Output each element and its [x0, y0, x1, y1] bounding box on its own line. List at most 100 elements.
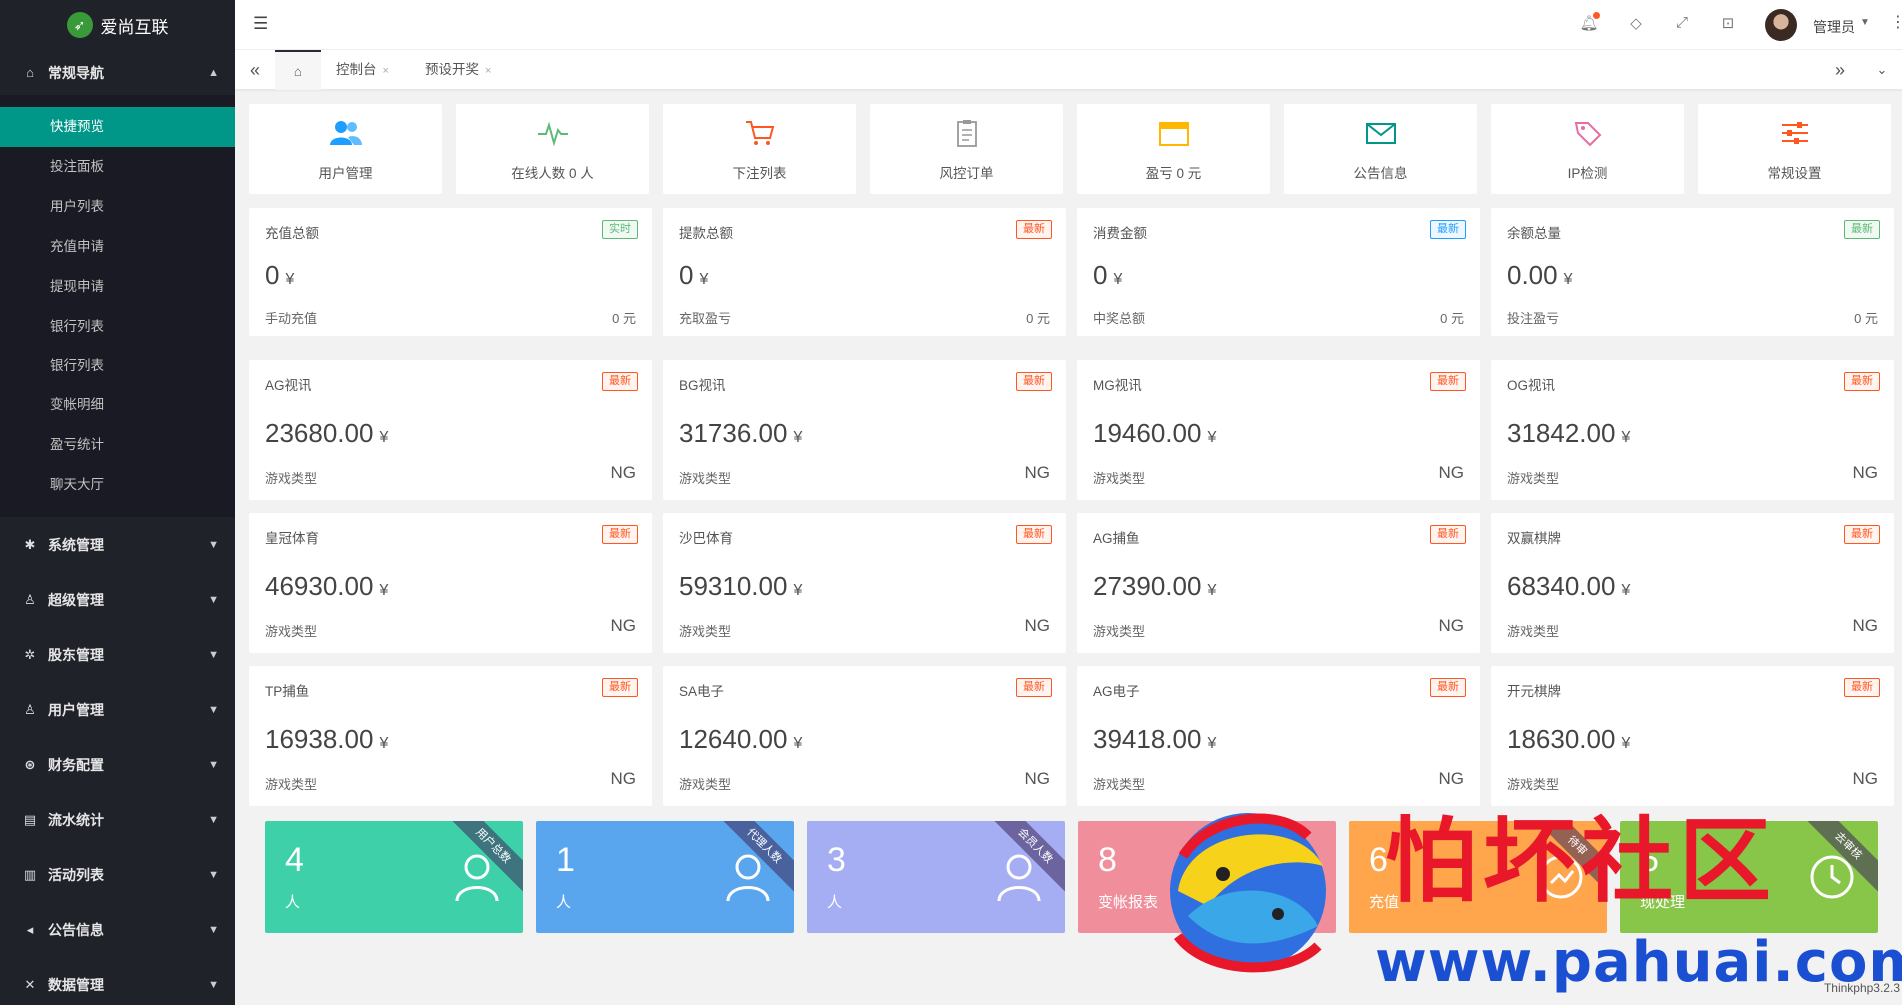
- card-value-number: 19460.00: [1093, 418, 1202, 448]
- card-title: SA电子: [679, 684, 725, 699]
- card-value: 68340.00 ¥: [1507, 571, 1630, 602]
- watermark-title: 怕坏社区: [1385, 808, 1778, 915]
- nav-item-bank-list[interactable]: 银行列表: [0, 307, 235, 347]
- status-badge: 最新: [602, 525, 638, 544]
- card-foot: 游戏类型: [679, 471, 732, 486]
- card-right-value: 0 元: [612, 311, 636, 326]
- quick-ip-check[interactable]: IP检测: [1491, 104, 1684, 194]
- watermark-url: www.pahuai.com: [1375, 930, 1902, 995]
- card-title: 提款总额: [679, 226, 733, 241]
- app-logo[interactable]: ➶ 爱尚互联: [0, 0, 235, 50]
- card-right-value: NG: [1024, 463, 1051, 482]
- currency-symbol: ¥: [1207, 735, 1217, 752]
- stat-number: 8: [1098, 841, 1117, 879]
- caret-down-icon[interactable]: ▼: [1860, 17, 1870, 28]
- gift-icon: ▥: [23, 866, 37, 882]
- quick-notices[interactable]: 公告信息: [1284, 104, 1477, 194]
- nav-item-withdraw-request[interactable]: 提现申请: [0, 267, 235, 307]
- close-icon[interactable]: ×: [383, 65, 389, 77]
- tag-icon[interactable]: ◇: [1625, 14, 1647, 36]
- card-recharge-total: 充值总额 实时 0 ¥ 手动充值 0 元: [249, 208, 652, 336]
- fullscreen-icon[interactable]: ⤢: [1671, 14, 1693, 36]
- tab-home[interactable]: ⌂: [275, 50, 321, 90]
- currency-symbol: ¥: [793, 582, 803, 599]
- nav-group-activities[interactable]: ▥ 活动列表 ▼: [0, 847, 235, 902]
- card-right-value: 0 元: [1026, 311, 1050, 326]
- tabs-scroll-left-icon[interactable]: «: [235, 50, 275, 90]
- currency-symbol: ¥: [1621, 735, 1631, 752]
- card-value-number: 0: [265, 260, 280, 290]
- more-vertical-icon[interactable]: ⋮: [1890, 12, 1902, 32]
- nav-group-system[interactable]: ✱ 系统管理 ▼: [0, 517, 235, 572]
- card-value: 0 ¥: [265, 260, 294, 291]
- card-value: 31736.00 ¥: [679, 418, 802, 449]
- chevron-down-icon: ▼: [208, 648, 219, 661]
- card-value: 16938.00 ¥: [265, 724, 388, 755]
- card-right-value: NG: [1024, 769, 1051, 788]
- user-name[interactable]: 管理员: [1813, 17, 1855, 37]
- nav-group-notices[interactable]: ◂ 公告信息 ▼: [0, 902, 235, 957]
- game-card: OG视讯 最新 31842.00 ¥ 游戏类型 NG: [1491, 360, 1894, 500]
- quick-online-count[interactable]: 在线人数 0 人: [456, 104, 649, 194]
- nav-item-bank-list-2[interactable]: 银行列表: [0, 347, 235, 385]
- quick-general-settings[interactable]: 常规设置: [1698, 104, 1891, 194]
- nav-group-label: 流水统计: [48, 811, 104, 828]
- nav-item-quick-preview[interactable]: 快捷预览: [0, 107, 235, 147]
- nav-group-flow-stats[interactable]: ▤ 流水统计 ▼: [0, 792, 235, 847]
- quick-profit-loss[interactable]: 盈亏 0 元: [1077, 104, 1270, 194]
- currency-symbol: ¥: [699, 271, 709, 288]
- status-badge: 最新: [1430, 525, 1466, 544]
- nav-item-profit-stats[interactable]: 盈亏统计: [0, 425, 235, 465]
- card-foot: 中奖总额: [1093, 311, 1146, 326]
- nav-item-recharge-request[interactable]: 充值申请: [0, 227, 235, 267]
- nav-group-shareholder[interactable]: ✲ 股东管理 ▼: [0, 627, 235, 682]
- avatar[interactable]: [1765, 9, 1797, 41]
- card-value-number: 0: [1093, 260, 1108, 290]
- bell-icon[interactable]: 🔔︎: [1578, 12, 1600, 36]
- quick-bet-list[interactable]: 下注列表: [663, 104, 856, 194]
- card-value: 0.00 ¥: [1507, 260, 1573, 291]
- nav-group-data[interactable]: ✕ 数据管理 ▼: [0, 957, 235, 1005]
- nav-item-chat-hall[interactable]: 聊天大厅: [0, 465, 235, 505]
- quick-risk-orders[interactable]: 风控订单: [870, 104, 1063, 194]
- stat-tile[interactable]: 1 人代理人数: [536, 821, 794, 933]
- nav-group-users[interactable]: ♙ 用户管理 ▼: [0, 682, 235, 737]
- tab-preset-draw[interactable]: 预设开奖 ×: [415, 50, 501, 90]
- watermark-fish-logo: [1148, 796, 1348, 986]
- card-right-value: NG: [1438, 616, 1465, 635]
- status-badge: 最新: [602, 372, 638, 391]
- nav-item-bet-panel[interactable]: 投注面板: [0, 147, 235, 187]
- nav-group-general[interactable]: ⌂ 常规导航 ▲: [0, 50, 235, 95]
- quick-user-management[interactable]: 用户管理: [249, 104, 442, 194]
- stat-tile[interactable]: 4 人用户总数: [265, 821, 523, 933]
- card-value: 19460.00 ¥: [1093, 418, 1216, 449]
- tabs-scroll-right-icon[interactable]: »: [1820, 50, 1860, 90]
- menu-toggle-icon[interactable]: ☰: [253, 14, 273, 34]
- tab-console[interactable]: 控制台 ×: [326, 50, 399, 90]
- card-consumption: 消费金额 最新 0 ¥ 中奖总额 0 元: [1077, 208, 1480, 336]
- tabs-menu-chevron-icon[interactable]: ⌄: [1862, 50, 1902, 90]
- nav-item-user-list[interactable]: 用户列表: [0, 187, 235, 227]
- nav-group-super[interactable]: ♙ 超级管理 ▼: [0, 572, 235, 627]
- close-icon[interactable]: ×: [485, 65, 491, 77]
- quick-label: 公告信息: [1353, 166, 1408, 181]
- card-value-number: 16938.00: [265, 724, 374, 754]
- lock-icon[interactable]: ⊡: [1717, 14, 1739, 36]
- chevron-down-icon: ▼: [208, 593, 219, 606]
- card-value: 31842.00 ¥: [1507, 418, 1630, 449]
- nav-item-account-changes[interactable]: 变帐明细: [0, 385, 235, 425]
- quick-label: 盈亏 0 元: [1145, 166, 1202, 181]
- card-foot: 游戏类型: [1507, 624, 1560, 639]
- tab-label: 控制台: [336, 62, 377, 77]
- card-right-value: 0 元: [1854, 311, 1878, 326]
- nav-group-finance[interactable]: ⊛ 财务配置 ▼: [0, 737, 235, 792]
- status-badge: 实时: [602, 220, 638, 239]
- card-right-value: NG: [1024, 616, 1051, 635]
- stat-tile[interactable]: 3 人会员人数: [807, 821, 1065, 933]
- card-title: BG视讯: [679, 378, 726, 393]
- status-badge: 最新: [1844, 220, 1880, 239]
- card-foot: 游戏类型: [1093, 777, 1146, 792]
- game-card: SA电子 最新 12640.00 ¥ 游戏类型 NG: [663, 666, 1066, 806]
- rocket-icon: ➶: [66, 12, 93, 38]
- currency-symbol: ¥: [379, 582, 389, 599]
